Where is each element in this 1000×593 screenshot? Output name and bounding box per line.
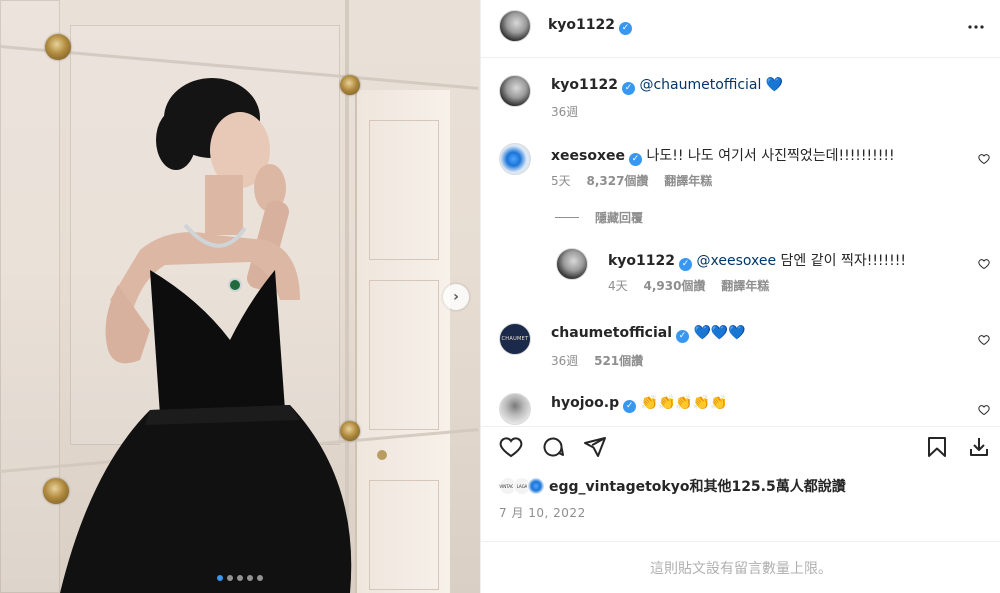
comment-like-icon[interactable] — [978, 153, 990, 165]
comment-icon — [543, 437, 564, 457]
comment-likes[interactable]: 8,327個讚 — [586, 174, 648, 188]
caption-emoji: 💙 — [765, 77, 784, 93]
comment-button[interactable] — [539, 433, 567, 461]
carousel-next-button[interactable]: › — [443, 284, 469, 310]
comment-time[interactable]: 36週 — [551, 354, 578, 368]
reply-meta: 4天 4,930個讚 翻譯年糕 — [608, 277, 781, 294]
likes-text[interactable]: egg_vintagetokyo和其他125.5萬人都說讚 — [549, 476, 846, 496]
bookmark-icon — [928, 437, 946, 457]
comment-time[interactable]: 5天 — [551, 174, 571, 188]
post-header: kyo1122 ✓ — [481, 0, 1000, 58]
comment-meta: 36週 521個讚 — [551, 352, 655, 369]
liker-avatar — [527, 477, 545, 495]
download-icon — [970, 438, 988, 456]
reply-comment: kyo1122 ✓ @xeesoxee 담엔 같이 찍자!!!!!!! — [608, 250, 906, 271]
comment: chaumetofficial ✓ 💙💙💙 — [551, 325, 746, 343]
post-sidebar: kyo1122 ✓ kyo1122 ✓ @chaumetofficial 💙 36週… — [480, 0, 1000, 593]
heart-icon — [499, 437, 523, 458]
like-button[interactable] — [497, 433, 525, 461]
translate-button[interactable]: 翻譯年糕 — [664, 174, 712, 188]
reply-avatar[interactable] — [556, 248, 588, 280]
carousel-dot — [227, 575, 233, 581]
reply-likes[interactable]: 4,930個讚 — [643, 279, 705, 293]
verified-badge-icon: ✓ — [679, 258, 693, 271]
verified-badge-icon: ✓ — [622, 82, 636, 95]
comment-avatar[interactable] — [499, 393, 531, 425]
carousel-dot — [247, 575, 253, 581]
carousel-dot — [217, 575, 223, 581]
save-button[interactable] — [923, 433, 951, 461]
caption-author-avatar[interactable] — [499, 75, 531, 107]
carousel-indicators — [0, 575, 480, 581]
mirror-rosette — [45, 34, 71, 60]
reply-username[interactable]: kyo1122 — [608, 253, 675, 269]
comment-avatar[interactable]: CHAUMET — [499, 323, 531, 355]
caption-time[interactable]: 36週 — [551, 103, 578, 120]
post-action-bar — [481, 426, 1000, 466]
download-button[interactable] — [965, 433, 993, 461]
caption-username[interactable]: kyo1122 — [551, 77, 618, 93]
carousel-dot — [237, 575, 243, 581]
translate-button[interactable]: 翻譯年糕 — [721, 279, 769, 293]
comment-text: 👏👏👏👏👏 — [640, 395, 728, 411]
comment-meta: 5天 8,327個讚 翻譯年糕 — [551, 172, 724, 189]
comment-like-icon[interactable] — [978, 334, 990, 346]
woman-in-black-dress — [60, 78, 352, 593]
comment-avatar[interactable] — [499, 143, 531, 175]
verified-badge-icon: ✓ — [676, 330, 690, 343]
hide-replies-button[interactable]: 隱藏回覆 — [555, 209, 643, 226]
author-avatar[interactable] — [499, 10, 531, 42]
caption-mention-link[interactable]: @chaumetofficial — [639, 77, 761, 93]
verified-badge-icon: ✓ — [623, 400, 637, 413]
comment-like-icon[interactable] — [978, 404, 990, 416]
more-horizontal-icon — [968, 25, 984, 29]
share-button[interactable] — [581, 433, 609, 461]
mirror-rosette — [43, 478, 69, 504]
comment: xeesoxee ✓ 나도!! 나도 여기서 사진찍었는데!!!!!!!!!! — [551, 145, 895, 166]
comment-username[interactable]: hyojoo.p — [551, 395, 619, 411]
caption: kyo1122 ✓ @chaumetofficial 💙 — [551, 77, 783, 95]
comments-limited-notice: 這則貼文設有留言數量上限。 — [481, 541, 1000, 593]
carousel-dot — [257, 575, 263, 581]
comment-username[interactable]: xeesoxee — [551, 148, 625, 164]
reply-text: 담엔 같이 찍자!!!!!!! — [776, 253, 906, 269]
chevron-right-icon: › — [453, 289, 459, 305]
comment: hyojoo.p ✓ 👏👏👏👏👏 — [551, 395, 728, 413]
post-date[interactable]: 7 月 10, 2022 — [499, 504, 586, 521]
verified-badge-icon: ✓ — [619, 22, 633, 35]
likes-summary[interactable]: VINTAGE LAGA egg_vintagetokyo和其他125.5萬人都… — [499, 476, 846, 496]
mirror-rosette — [340, 75, 360, 95]
comment-text: 나도!! 나도 여기서 사진찍었는데!!!!!!!!!! — [646, 148, 895, 164]
comment-username[interactable]: chaumetofficial — [551, 325, 672, 341]
reply-like-icon[interactable] — [978, 258, 990, 270]
verified-badge-icon: ✓ — [629, 153, 642, 166]
reply-time[interactable]: 4天 — [608, 279, 628, 293]
author-username[interactable]: kyo1122 ✓ — [548, 17, 633, 35]
comment-text: 💙💙💙 — [693, 325, 746, 341]
more-options-button[interactable] — [967, 14, 985, 35]
share-icon — [584, 437, 606, 457]
reply-mention-link[interactable]: @xeesoxee — [696, 253, 776, 269]
comment-likes[interactable]: 521個讚 — [594, 354, 643, 368]
mirror-rosette — [340, 421, 360, 441]
post-photo[interactable]: › — [0, 0, 480, 593]
